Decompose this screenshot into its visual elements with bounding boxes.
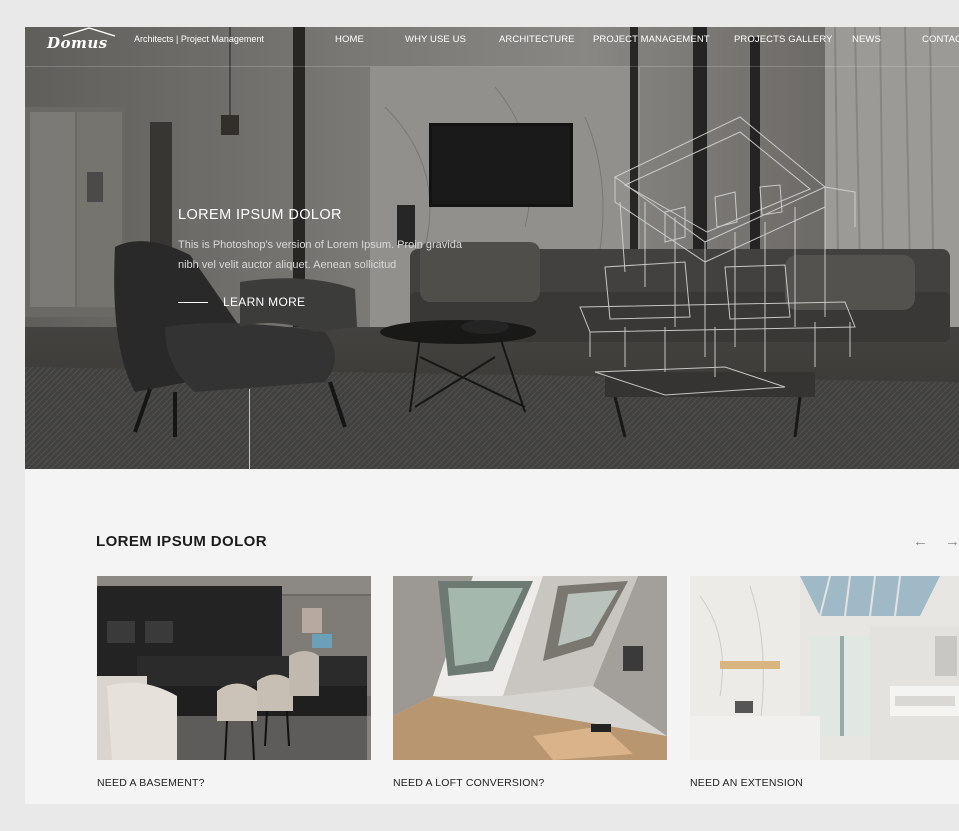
learn-more-button[interactable]: LEARN MORE: [178, 295, 305, 309]
section-title: LOREM IPSUM DOLOR: [96, 533, 267, 550]
service-card[interactable]: NEED A BASEMENT?: [97, 576, 371, 789]
domus-logo[interactable]: Domus: [47, 27, 117, 53]
basement-kitchen-image: [97, 576, 371, 760]
nav-why-use-us[interactable]: WHY USE US: [405, 34, 466, 45]
hero-title: LOREM IPSUM DOLOR: [178, 207, 342, 223]
dash-icon: [178, 301, 208, 303]
arrow-right-icon[interactable]: →: [945, 533, 959, 550]
nav-contact[interactable]: CONTACT: [922, 34, 959, 45]
card-caption: NEED A LOFT CONVERSION?: [393, 777, 545, 789]
card-image-loft[interactable]: [393, 576, 667, 760]
service-card[interactable]: NEED AN EXTENSION: [690, 576, 959, 789]
nav-architecture[interactable]: ARCHITECTURE: [499, 34, 575, 45]
card-image-basement[interactable]: [97, 576, 371, 760]
card-caption: NEED AN EXTENSION: [690, 777, 804, 789]
nav-news[interactable]: NEWS: [852, 34, 881, 45]
card-caption: NEED A BASEMENT?: [97, 777, 205, 789]
logo-wordmark: Domus: [47, 34, 108, 52]
learn-more-label: LEARN MORE: [223, 295, 306, 309]
service-card[interactable]: NEED A LOFT CONVERSION?: [393, 576, 667, 789]
page-frame: Domus Architects | Project Management HO…: [25, 27, 959, 804]
nav-projects-gallery[interactable]: PROJECTS GALLERY: [734, 34, 833, 45]
hero-copy: LOREM IPSUM DOLOR This is Photoshop's ve…: [178, 207, 478, 275]
extension-bathroom-image: [690, 576, 959, 760]
scroll-indicator-line: [249, 389, 250, 469]
top-nav-bar: Domus Architects | Project Management HO…: [25, 27, 959, 67]
hero-text: This is Photoshop's version of Lorem Ips…: [178, 239, 462, 271]
hero-banner: Domus Architects | Project Management HO…: [25, 27, 959, 469]
nav-home[interactable]: HOME: [335, 34, 364, 45]
nav-project-management[interactable]: PROJECT MANAGEMENT: [593, 34, 710, 45]
brand-tagline: Architects | Project Management: [134, 34, 264, 44]
arrow-left-icon[interactable]: ←: [913, 533, 928, 550]
loft-conversion-image: [393, 576, 667, 760]
card-image-extension[interactable]: [690, 576, 959, 760]
